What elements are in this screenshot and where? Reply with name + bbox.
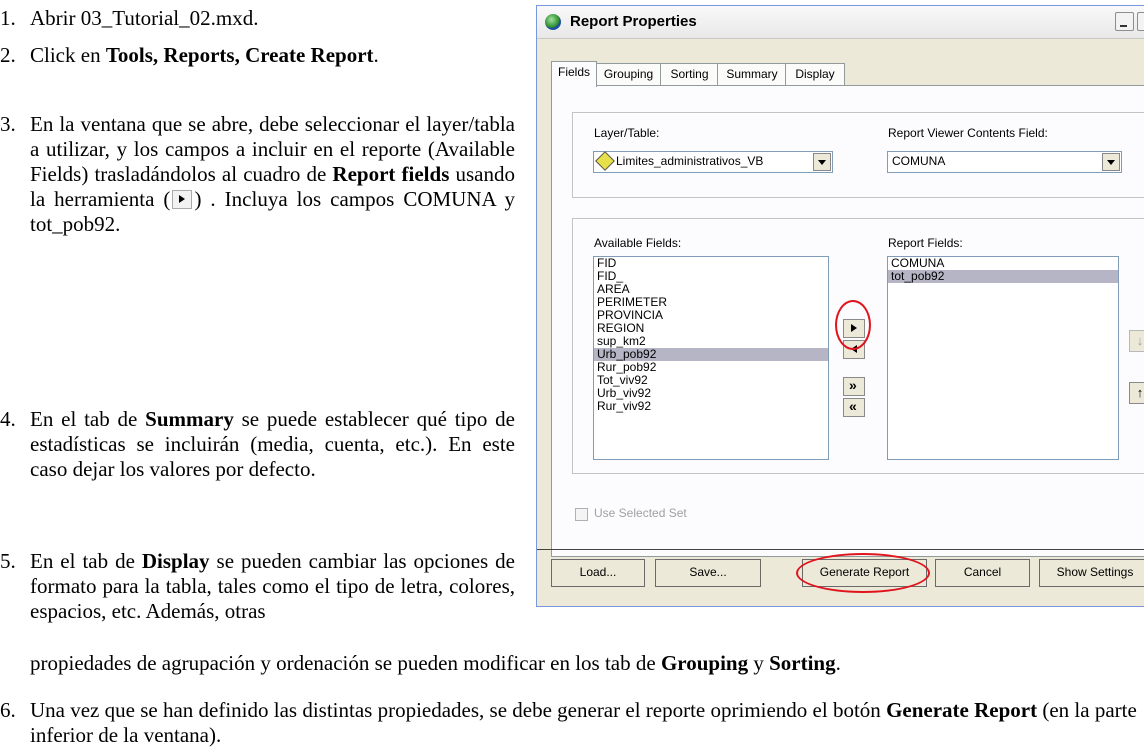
chevron-down-icon[interactable] (813, 153, 831, 171)
remove-all-fields-button[interactable] (843, 398, 865, 417)
report-properties-dialog: Report Properties Fields Grouping Sortin… (536, 5, 1144, 607)
step-number: 3. (0, 112, 16, 136)
contents-field-label: Report Viewer Contents Field: (888, 126, 1048, 140)
dialog-title: Report Properties (570, 13, 697, 30)
report-fields-label: Report Fields: (888, 236, 963, 250)
generate-report-highlight-ring (796, 553, 930, 593)
move-down-arrow-icon[interactable]: ↓ (1129, 330, 1144, 352)
layer-table-combo[interactable]: Limites_administrativos_VB (593, 151, 833, 173)
tab-sorting[interactable]: Sorting (660, 63, 719, 86)
step-number: 5. (0, 549, 16, 573)
add-field-highlight-ring (835, 300, 871, 350)
arrow-right-button-icon (172, 189, 193, 209)
show-settings-button[interactable]: Show Settings (1039, 559, 1144, 587)
chevron-down-icon[interactable] (1102, 153, 1120, 171)
load-button[interactable]: Load... (551, 559, 645, 587)
use-selected-set-label: Use Selected Set (594, 506, 687, 520)
contents-field-value: COMUNA (892, 154, 946, 168)
dialog-title-bar[interactable]: Report Properties (537, 6, 1144, 39)
use-selected-set-checkbox[interactable] (575, 508, 588, 521)
tab-summary[interactable]: Summary (717, 63, 787, 86)
cancel-button[interactable]: Cancel (935, 559, 1030, 587)
step-text: Abrir 03_Tutorial_02.mxd. (30, 6, 259, 30)
layer-icon (595, 151, 615, 171)
minimize-button[interactable] (1115, 12, 1134, 31)
layer-table-label: Layer/Table: (594, 126, 660, 140)
step-number: 1. (0, 6, 16, 30)
button-bar-separator (537, 549, 1144, 550)
tab-display[interactable]: Display (785, 63, 845, 86)
move-up-arrow-icon[interactable]: ↑ (1129, 382, 1144, 404)
tab-fields[interactable]: Fields (551, 61, 597, 87)
available-fields-list[interactable]: FID FID_ AREA PERIMETER PROVINCIA REGION sup_k… (593, 256, 829, 460)
step-text: En la ventana que se abre, debe seleccio… (30, 112, 515, 236)
list-item[interactable]: FID (594, 257, 828, 270)
step-number: 2. (0, 43, 16, 67)
step-text: propiedades de agrupación y ordenación s… (30, 651, 841, 675)
save-button[interactable]: Save... (655, 559, 761, 587)
step-text: En el tab de Summary se puede establecer… (30, 407, 515, 481)
step-number: 6. (0, 698, 16, 722)
step-text: Click en Tools, Reports, Create Report. (30, 43, 379, 67)
available-fields-label: Available Fields: (594, 236, 682, 250)
arcmap-globe-icon (545, 14, 561, 30)
report-fields-list[interactable]: COMUNA tot_pob92 (887, 256, 1119, 460)
list-item[interactable]: tot_pob92 (888, 270, 1118, 283)
list-item[interactable]: Rur_viv92 (594, 400, 828, 413)
tab-grouping[interactable]: Grouping (595, 63, 662, 86)
layer-table-value: Limites_administrativos_VB (616, 154, 764, 168)
maximize-button[interactable] (1137, 12, 1144, 31)
contents-field-combo[interactable]: COMUNA (887, 151, 1122, 173)
step-number: 4. (0, 407, 16, 431)
step-text: En el tab de Display se pueden cambiar l… (30, 549, 515, 623)
step-text: Una vez que se han definido las distinta… (30, 698, 1137, 747)
add-all-fields-button[interactable] (843, 377, 865, 396)
